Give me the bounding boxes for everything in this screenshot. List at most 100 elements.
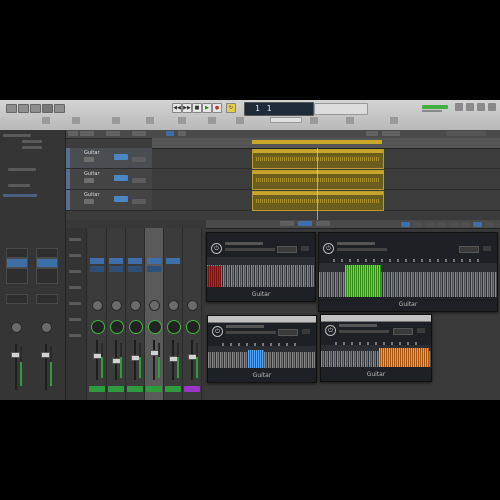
track-lane[interactable] bbox=[152, 169, 500, 190]
track-header-row[interactable] bbox=[3, 194, 37, 197]
plugin-window[interactable]: ⏻ Guitar bbox=[320, 314, 432, 382]
track-header[interactable]: Guitar bbox=[66, 190, 152, 211]
forward-icon[interactable]: ▶▶ bbox=[182, 103, 192, 113]
toolbar-icon-8[interactable] bbox=[310, 117, 318, 124]
track-lane[interactable] bbox=[152, 148, 500, 169]
toolbar-icon-7[interactable] bbox=[236, 117, 244, 124]
add-track-button[interactable] bbox=[68, 131, 78, 136]
browser-icon[interactable] bbox=[477, 103, 485, 111]
track-pan[interactable] bbox=[132, 157, 146, 162]
strip-name-tag[interactable] bbox=[184, 386, 200, 392]
tool-pointer[interactable] bbox=[166, 131, 174, 136]
tool-secondary[interactable] bbox=[178, 131, 186, 136]
power-icon[interactable]: ⏻ bbox=[212, 326, 223, 337]
pan-knob[interactable] bbox=[92, 300, 103, 311]
channel-strip[interactable] bbox=[88, 228, 107, 400]
volume-fader-track[interactable] bbox=[45, 344, 47, 390]
output-slot[interactable] bbox=[128, 266, 142, 272]
filter-button[interactable] bbox=[449, 222, 458, 227]
toolbar-icon-9[interactable] bbox=[346, 117, 354, 124]
cycle-icon[interactable]: ↻ bbox=[226, 103, 236, 113]
power-icon[interactable]: ⏻ bbox=[211, 243, 222, 254]
power-icon[interactable]: ⏻ bbox=[323, 243, 334, 254]
strip-name-tag[interactable] bbox=[127, 386, 143, 392]
rewind-icon[interactable]: ◀◀ bbox=[172, 103, 182, 113]
track-volume[interactable] bbox=[114, 196, 128, 202]
mute-solo-buttons[interactable] bbox=[84, 199, 94, 204]
toolbar-icon-1[interactable] bbox=[42, 117, 50, 124]
inspector-icon[interactable] bbox=[18, 104, 29, 113]
edit-menu[interactable] bbox=[80, 131, 94, 136]
track-pan[interactable] bbox=[132, 199, 146, 204]
track-header[interactable]: Guitar bbox=[66, 148, 152, 169]
channel-strip[interactable] bbox=[126, 228, 145, 400]
inspector-slot[interactable] bbox=[6, 294, 28, 304]
lcd-display[interactable]: 1 1 bbox=[244, 102, 314, 116]
filter-button[interactable] bbox=[401, 222, 410, 227]
inspector-slot[interactable] bbox=[36, 294, 58, 304]
volume-fader-track[interactable] bbox=[96, 340, 98, 380]
filter-button[interactable] bbox=[461, 222, 470, 227]
eq-thumbnail[interactable] bbox=[110, 320, 124, 334]
eq-thumbnail[interactable] bbox=[129, 320, 143, 334]
plugin-preset-menu[interactable] bbox=[393, 328, 413, 335]
input-slot[interactable] bbox=[90, 258, 104, 264]
input-slot[interactable] bbox=[109, 258, 123, 264]
inspector-slot[interactable] bbox=[6, 268, 28, 284]
channel-strip[interactable] bbox=[183, 228, 202, 400]
input-slot[interactable] bbox=[147, 258, 161, 264]
zoom-slider[interactable] bbox=[446, 131, 486, 136]
inspector-slot-input[interactable] bbox=[6, 258, 28, 268]
view-menu[interactable] bbox=[132, 131, 146, 136]
toolbar-icon-4[interactable] bbox=[146, 117, 154, 124]
toolbar-icon-3[interactable] bbox=[112, 117, 120, 124]
pan-knob[interactable] bbox=[11, 322, 22, 333]
pan-knob[interactable] bbox=[111, 300, 122, 311]
pan-knob[interactable] bbox=[41, 322, 52, 333]
plugin-preset-menu[interactable] bbox=[459, 246, 479, 253]
inspector-slot[interactable] bbox=[36, 268, 58, 284]
stop-icon[interactable]: ■ bbox=[192, 103, 202, 113]
spectrum-display[interactable] bbox=[319, 263, 497, 297]
volume-fader[interactable] bbox=[11, 352, 20, 358]
strip-name-tag[interactable] bbox=[165, 386, 181, 392]
loop-browser-icon[interactable] bbox=[466, 103, 474, 111]
plugin-window[interactable]: ⏻ Guitar bbox=[207, 315, 317, 383]
plugin-preset-menu[interactable] bbox=[278, 329, 298, 336]
eq-thumbnail[interactable] bbox=[167, 320, 181, 334]
toolbar-icon[interactable] bbox=[30, 104, 41, 113]
region-header[interactable] bbox=[3, 134, 31, 137]
playhead[interactable] bbox=[317, 148, 318, 220]
track-pan[interactable] bbox=[132, 178, 146, 183]
smart-controls-icon[interactable] bbox=[42, 104, 53, 113]
plugin-window[interactable]: ⏻ Guitar bbox=[318, 232, 498, 312]
channel-strip[interactable] bbox=[107, 228, 126, 400]
pan-knob[interactable] bbox=[168, 300, 179, 311]
toolbar-icon-2[interactable] bbox=[72, 117, 80, 124]
mixer-inst-filter[interactable] bbox=[298, 221, 312, 226]
mute-solo-buttons[interactable] bbox=[84, 178, 94, 183]
audio-region[interactable] bbox=[252, 191, 384, 211]
filter-button[interactable] bbox=[437, 222, 446, 227]
input-slot[interactable] bbox=[128, 258, 142, 264]
power-icon[interactable]: ⏻ bbox=[325, 325, 336, 336]
mixer-aux-filter[interactable] bbox=[316, 221, 330, 226]
cycle-area[interactable] bbox=[252, 140, 382, 144]
list-editor-icon[interactable] bbox=[488, 103, 496, 111]
toolbar-icon-5[interactable] bbox=[178, 117, 186, 124]
snap-menu[interactable] bbox=[366, 131, 378, 136]
eq-thumbnail[interactable] bbox=[148, 320, 162, 334]
output-slot[interactable] bbox=[90, 266, 104, 272]
channel-strip[interactable] bbox=[164, 228, 183, 400]
plugin-preset-menu[interactable] bbox=[277, 246, 297, 253]
volume-fader[interactable] bbox=[41, 352, 50, 358]
inspector-slot[interactable] bbox=[36, 248, 58, 258]
output-slot[interactable] bbox=[147, 266, 161, 272]
audio-region[interactable] bbox=[252, 149, 384, 169]
eq-thumbnail[interactable] bbox=[91, 320, 105, 334]
functions-menu[interactable] bbox=[106, 131, 120, 136]
note-pad-icon[interactable] bbox=[455, 103, 463, 111]
filter-button[interactable] bbox=[485, 222, 494, 227]
track-volume[interactable] bbox=[114, 175, 128, 181]
filter-button[interactable] bbox=[425, 222, 434, 227]
